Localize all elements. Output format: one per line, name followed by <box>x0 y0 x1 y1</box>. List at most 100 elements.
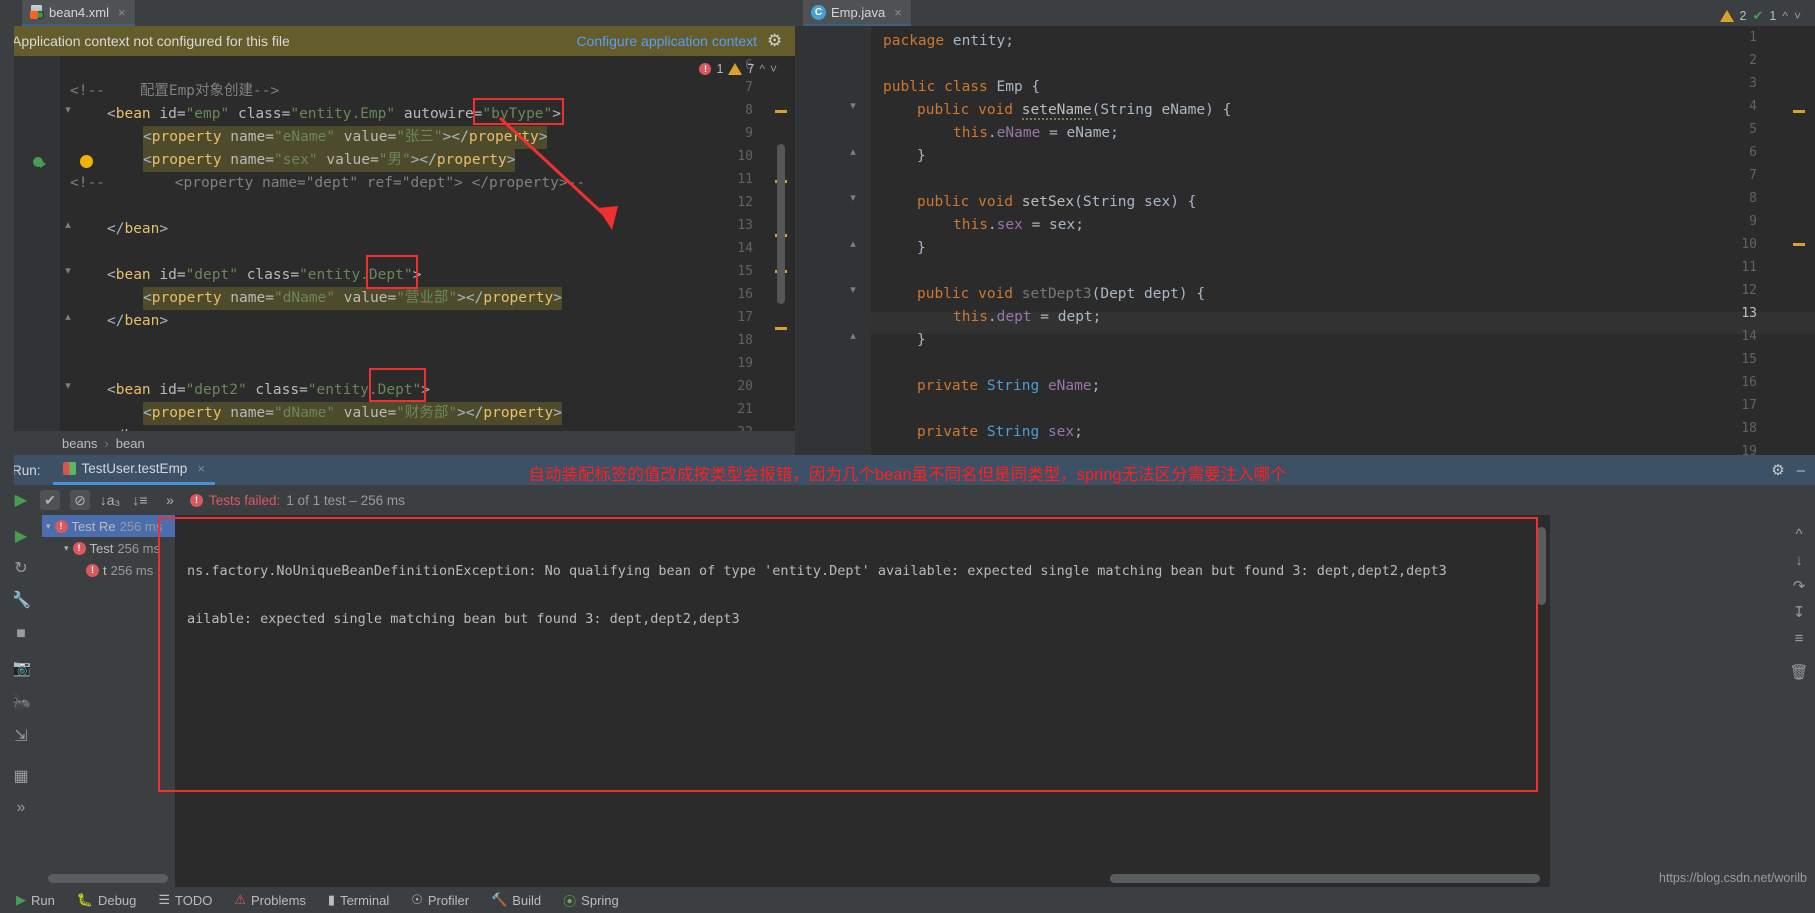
close-icon[interactable]: × <box>197 461 205 476</box>
gear-icon[interactable] <box>767 33 783 49</box>
application-context-banner: Application context not configured for t… <box>0 26 795 56</box>
fold-marker[interactable]: ▴ <box>62 310 74 323</box>
code-line-close-3: } <box>917 332 926 348</box>
tree-horizontal-scrollbar[interactable] <box>48 874 168 883</box>
chevron-up-icon[interactable]: ^ <box>759 62 765 76</box>
error-icon: ! <box>699 63 712 75</box>
line-number: 13 <box>1741 306 1757 321</box>
console-horizontal-scrollbar[interactable] <box>1110 874 1540 883</box>
chevron-down-icon[interactable]: ˅ <box>1794 9 1801 23</box>
status-item-terminal[interactable]: ▮ Terminal <box>328 892 389 908</box>
warning-marker[interactable] <box>1793 110 1805 113</box>
fold-marker[interactable]: ▾ <box>62 264 74 277</box>
line-number: 10 <box>737 149 753 164</box>
console-vertical-scrollbar[interactable] <box>1537 527 1546 605</box>
line-number: 17 <box>737 310 753 325</box>
java-editor-pane: C Emp.java × 1 2 3 4 5 6 7 8 9 10 11 12 … <box>795 0 1815 520</box>
code-line-field-sex: private String sex; <box>917 424 1083 440</box>
fold-marker[interactable]: ▾ <box>847 283 859 296</box>
vertical-scrollbar-thumb[interactable] <box>777 144 785 304</box>
close-icon[interactable]: × <box>118 5 126 20</box>
tab-emp-java[interactable]: C Emp.java × <box>803 0 911 26</box>
minimize-icon[interactable]: – <box>1797 462 1805 479</box>
line-number: 5 <box>1749 122 1757 137</box>
run-tab-testuser-testemp[interactable]: TestUser.testEmp × <box>52 455 215 485</box>
line-number: 1 <box>1749 30 1757 45</box>
fold-marker[interactable]: ▴ <box>847 237 859 250</box>
warning-marker[interactable] <box>775 110 787 113</box>
java-inspection-summary[interactable]: 2 ✔ 1 ^ ˅ <box>1719 8 1801 24</box>
java-code-area[interactable]: 1 2 3 4 5 6 7 8 9 10 11 12 13 14 15 16 1… <box>795 26 1815 520</box>
status-label: Terminal <box>340 892 390 908</box>
breadcrumb-item-beans[interactable]: beans <box>62 436 97 451</box>
java-class-icon: C <box>811 4 826 20</box>
status-item-profiler[interactable]: ☉ Profiler <box>411 892 469 908</box>
annotation-box-console <box>158 517 1538 792</box>
fold-marker[interactable]: ▾ <box>62 379 74 392</box>
line-number: 18 <box>1741 421 1757 436</box>
tree-row-test[interactable]: ▾ ! Test 256 ms <box>42 537 175 559</box>
code-line-setdept3: public void setDept3(Dept dept) { <box>917 286 1206 302</box>
xml-marker-bar[interactable] <box>773 56 787 431</box>
status-item-run[interactable]: ▶ Run <box>16 892 55 908</box>
trash-icon[interactable]: 🗑 <box>1788 661 1810 683</box>
fold-marker[interactable]: ▾ <box>847 191 859 204</box>
more-options-icon[interactable]: » <box>160 490 180 510</box>
ide-window: bean4.xml × Application context not conf… <box>0 0 1815 913</box>
status-label: Spring <box>581 892 619 908</box>
code-line-property-ename: <property name="eName" value="张三"></prop… <box>143 126 548 149</box>
test-status: ! Tests failed: 1 of 1 test – 256 ms <box>190 493 405 508</box>
run-tool-window: Run: TestUser.testEmp × 自动装配标签的值改成按类型会报错… <box>0 455 1815 913</box>
java-gutter <box>795 26 871 520</box>
chevron-down-icon[interactable]: ▾ <box>64 543 69 554</box>
sort-by-duration-icon[interactable]: ↓≡ <box>130 490 150 510</box>
configure-application-context-link[interactable]: Configure application context <box>576 33 757 49</box>
line-number: 17 <box>1741 398 1757 413</box>
run-bean-gutter-icon[interactable] <box>33 157 47 171</box>
chevron-down-icon[interactable]: ▾ <box>46 521 51 532</box>
warning-count: 2 <box>1739 9 1747 23</box>
fold-marker[interactable]: ▾ <box>62 103 74 116</box>
inspection-summary[interactable]: ! 1 7 ^ ˅ <box>699 62 777 76</box>
status-item-problems[interactable]: ⚠ Problems <box>234 892 306 908</box>
print-icon[interactable]: ≡ <box>1788 627 1810 649</box>
hide-ignored-icon[interactable]: ⊘ <box>70 490 90 510</box>
warning-marker[interactable] <box>1793 243 1805 246</box>
chevron-up-icon[interactable]: ^ <box>1782 9 1788 23</box>
intention-bulb-icon[interactable] <box>80 155 93 168</box>
close-icon[interactable]: × <box>894 5 902 20</box>
scroll-to-end-icon[interactable]: ↧ <box>1788 601 1810 623</box>
status-item-todo[interactable]: ☰ TODO <box>158 892 212 908</box>
annotation-box-bytype <box>473 98 564 125</box>
status-item-spring[interactable]: ⦿ Spring <box>563 891 619 910</box>
fold-marker[interactable]: ▾ <box>847 99 859 112</box>
line-number: 2 <box>1749 53 1757 68</box>
run-icon: ▶ <box>16 892 26 907</box>
gear-icon[interactable]: ⚙ <box>1771 461 1784 479</box>
breadcrumb[interactable]: beans › bean <box>0 431 795 455</box>
fold-marker[interactable]: ▴ <box>847 145 859 158</box>
tree-row-test-method[interactable]: ! t 256 ms <box>42 559 175 581</box>
warning-marker[interactable] <box>775 327 787 330</box>
fold-marker[interactable]: ▴ <box>62 218 74 231</box>
problems-icon: ⚠ <box>234 892 246 907</box>
failed-icon: ! <box>54 519 68 533</box>
test-result-tree[interactable]: ▾ ! Test Re 256 ms ▾ ! Test 256 ms ! t 2… <box>42 515 175 913</box>
tab-bean4-xml[interactable]: bean4.xml × <box>22 0 135 26</box>
wrap-text-icon[interactable]: ↷ <box>1788 575 1810 597</box>
debug-icon: 🐛 <box>76 892 94 907</box>
breadcrumb-item-bean[interactable]: bean <box>116 436 145 451</box>
sort-alphabetically-icon[interactable]: ↓a₃ <box>100 490 121 510</box>
show-passed-icon[interactable]: ✔ <box>40 490 60 510</box>
line-number: 8 <box>745 103 753 118</box>
status-item-debug[interactable]: 🐛 Debug <box>77 892 137 908</box>
status-item-build[interactable]: 🔨 Build <box>491 892 541 908</box>
status-label: Debug <box>98 892 137 908</box>
status-label: TODO <box>175 892 213 908</box>
fold-marker[interactable]: ▴ <box>847 329 859 342</box>
banner-message: Application context not configured for t… <box>12 33 290 49</box>
chevron-up-icon[interactable]: ^ <box>1788 523 1810 545</box>
arrow-down-icon[interactable]: ↓ <box>1788 549 1810 571</box>
tree-row-test-results[interactable]: ▾ ! Test Re 256 ms <box>42 515 175 537</box>
line-number: 8 <box>1749 191 1757 206</box>
